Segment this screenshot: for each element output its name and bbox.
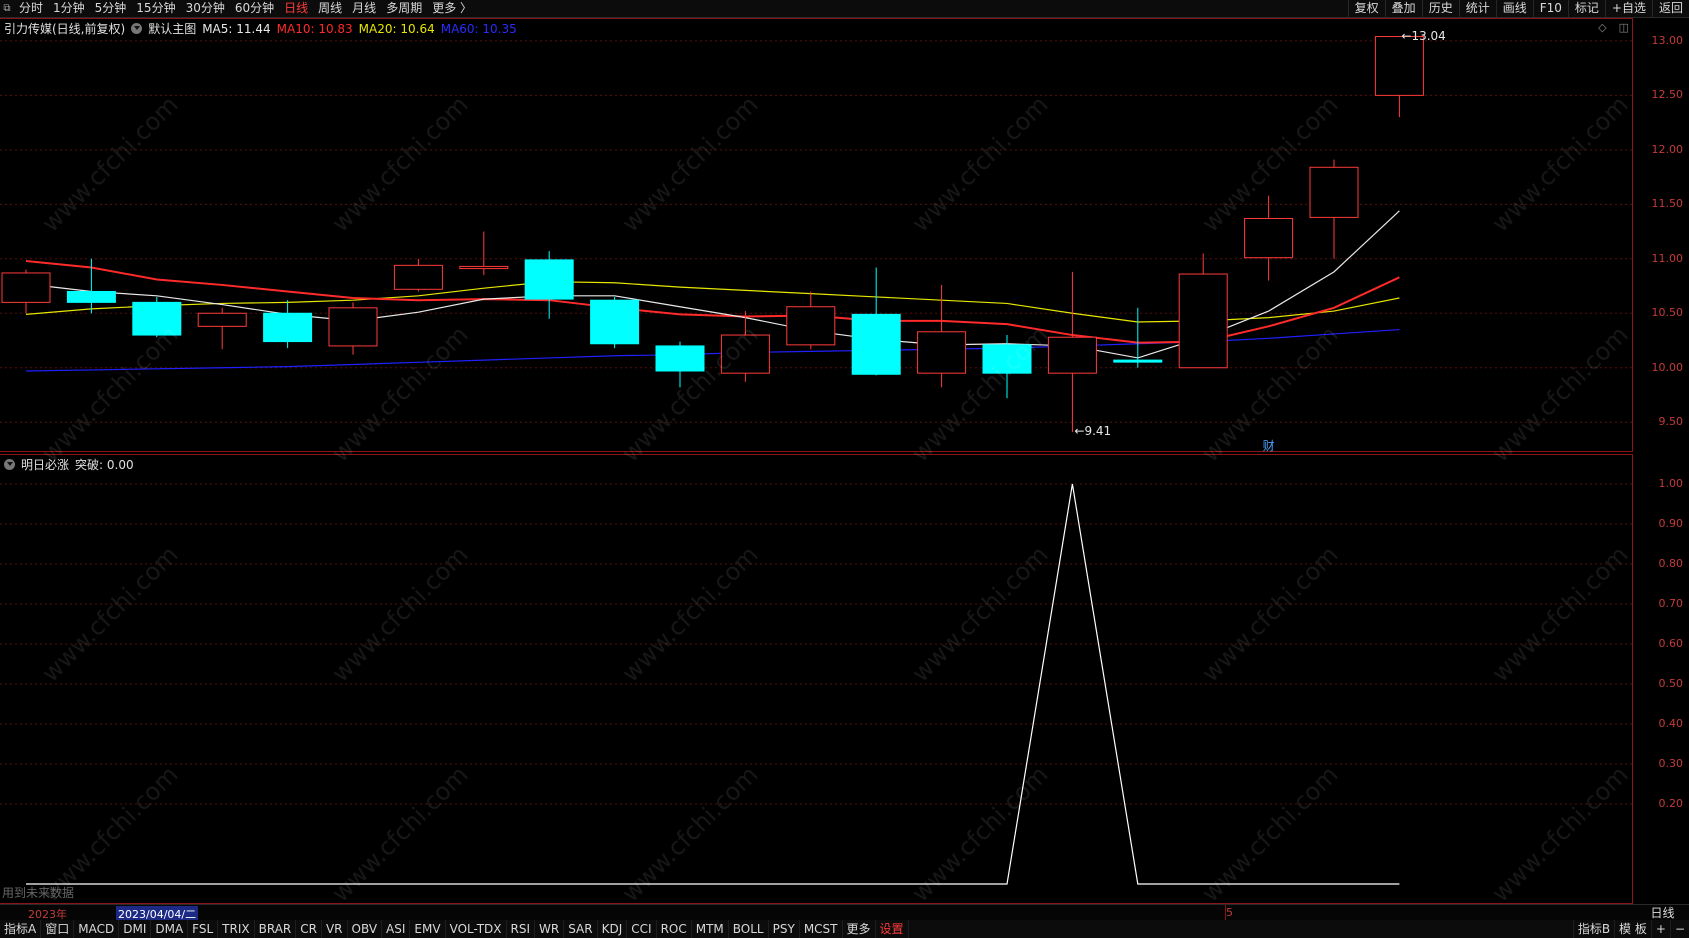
- price-tick: 11.00: [1651, 251, 1684, 265]
- indicator-tab-right[interactable]: +: [1650, 920, 1670, 938]
- candle-up: [328, 307, 378, 347]
- indicator-tab[interactable]: VOL-TDX: [446, 920, 507, 938]
- indicator-tab[interactable]: DMA: [151, 920, 189, 938]
- candle-up: [720, 334, 770, 374]
- indicator-tab-bar: 指标A 窗口 MACD DMI DMA FSL TRIX BRAR CR VR OBV ASI EMV V…: [0, 920, 1689, 938]
- indicator-tick: 0.80: [1658, 557, 1684, 570]
- future-data-note: 用到未来数据: [2, 886, 75, 900]
- candle-up: [917, 331, 967, 374]
- high-annotation: ←13.04: [1401, 29, 1445, 43]
- price-tick: 11.50: [1651, 197, 1684, 211]
- candle-up: [1244, 217, 1294, 259]
- candle-down: [66, 290, 116, 303]
- indicator-tab[interactable]: CR: [296, 920, 322, 938]
- indicator-tab-right[interactable]: 指标B: [1572, 920, 1614, 938]
- month-label: 5: [1226, 906, 1233, 919]
- indicator-tab[interactable]: OBV: [348, 920, 383, 938]
- high-value: 13.04: [1411, 28, 1446, 43]
- price-tick: 12.50: [1651, 88, 1684, 102]
- indicator-tab[interactable]: KDJ: [598, 920, 628, 938]
- indicator-tab[interactable]: 窗口: [41, 920, 75, 938]
- candle-up: [393, 264, 443, 290]
- indicator-tab-right[interactable]: 模 板: [1614, 920, 1651, 938]
- candle-down: [132, 301, 182, 336]
- indicator-tab[interactable]: SAR: [564, 920, 598, 938]
- indicator-tab[interactable]: 指标A: [0, 920, 42, 938]
- indicator-tick: 0.90: [1658, 517, 1684, 530]
- low-annotation: ←9.41: [1074, 424, 1111, 438]
- price-tick: 10.50: [1651, 306, 1684, 320]
- financial-report-icon[interactable]: 财: [1263, 437, 1275, 454]
- indicator-tab[interactable]: MTM: [692, 920, 729, 938]
- indicator-tab[interactable]: ASI: [382, 920, 411, 938]
- candle-down: [590, 299, 640, 345]
- candle-down: [524, 259, 574, 300]
- indicator-tab[interactable]: ROC: [657, 920, 692, 938]
- indicator-tick: 0.50: [1658, 677, 1684, 690]
- candle-down: [655, 345, 705, 372]
- price-tick: 12.00: [1651, 142, 1684, 156]
- indicator-tab-right[interactable]: −: [1669, 920, 1689, 938]
- price-axis: 13.00 12.50 12.00 11.50 11.00 10.50 10.00 9.50 1…: [1633, 18, 1689, 904]
- candle-up: [1178, 273, 1228, 369]
- candle-up: [1309, 166, 1359, 218]
- toolbar-button[interactable]: 返回: [1651, 0, 1689, 17]
- indicator-tick: 0.70: [1658, 597, 1684, 610]
- candle-up: [1374, 36, 1424, 96]
- indicator-tick: 0.20: [1658, 797, 1684, 810]
- candle-up: [197, 312, 247, 327]
- indicator-tab[interactable]: EMV: [410, 920, 446, 938]
- indicator-tick: 0.60: [1658, 637, 1684, 650]
- indicator-tab[interactable]: MACD: [74, 920, 120, 938]
- candle-down: [1113, 359, 1163, 363]
- indicator-tab[interactable]: BOLL: [729, 920, 769, 938]
- indicator-tab[interactable]: RSI: [507, 920, 536, 938]
- indicator-tab[interactable]: PSY: [769, 920, 800, 938]
- left-arrow-icon: ←: [1401, 28, 1412, 43]
- candle-up: [459, 265, 509, 270]
- breakout-line: [26, 483, 1400, 885]
- date-axis: 2023年 2023/04/04/二 5 日线: [0, 904, 1689, 922]
- indicator-tab[interactable]: DMI: [119, 920, 152, 938]
- indicator-tab[interactable]: FSL: [188, 920, 219, 938]
- indicator-tab[interactable]: VR: [322, 920, 348, 938]
- kline-chart[interactable]: [0, 0, 1633, 904]
- indicator-tabs: 指标A 窗口 MACD DMI DMA FSL TRIX BRAR CR VR OBV ASI EMV V…: [0, 920, 909, 938]
- indicator-tabs-right: 指标B 模 板 + −: [1572, 920, 1689, 938]
- candle-up: [1047, 336, 1097, 374]
- candle-down: [851, 313, 901, 375]
- indicator-tick: 1.00: [1658, 477, 1684, 490]
- candle-up: [786, 306, 836, 346]
- candle-down: [982, 344, 1032, 374]
- indicator-tab[interactable]: MCST: [800, 920, 843, 938]
- indicator-tab[interactable]: TRIX: [218, 920, 255, 938]
- indicator-tab[interactable]: 设置: [876, 920, 909, 938]
- period-button[interactable]: 日线: [1636, 905, 1689, 921]
- candle-down: [263, 312, 313, 343]
- indicator-tab[interactable]: 更多: [843, 920, 876, 938]
- candle-up: [1, 272, 51, 303]
- indicator-tab[interactable]: CCI: [627, 920, 657, 938]
- price-tick: 10.00: [1651, 360, 1684, 374]
- indicator-tab[interactable]: WR: [535, 920, 565, 938]
- price-tick: 13.00: [1651, 33, 1684, 47]
- indicator-tick: 0.30: [1658, 757, 1684, 770]
- low-value: 9.41: [1084, 424, 1112, 439]
- indicator-tick: 0.40: [1658, 717, 1684, 730]
- left-arrow-icon: ←: [1074, 424, 1085, 439]
- price-tick: 9.50: [1658, 415, 1684, 429]
- indicator-tab[interactable]: BRAR: [255, 920, 297, 938]
